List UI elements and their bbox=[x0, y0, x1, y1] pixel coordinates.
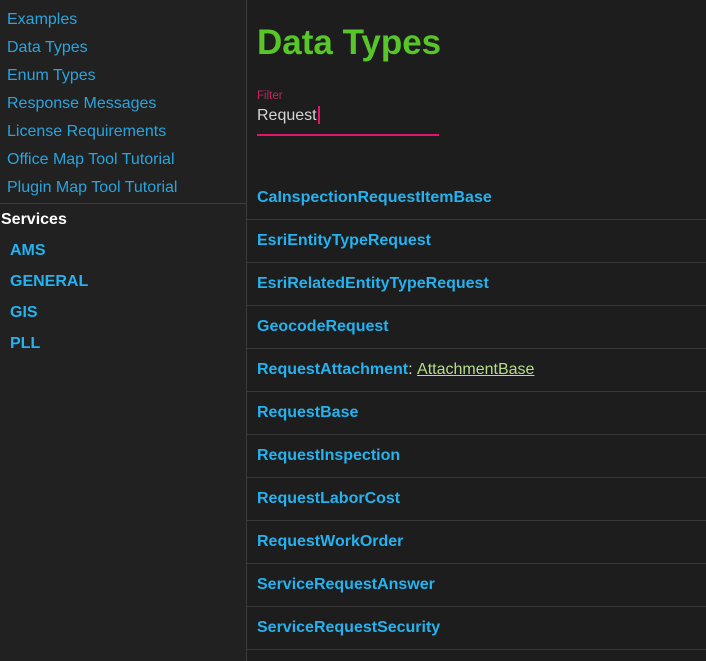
data-type-row: ServiceRequestAnswer bbox=[247, 564, 706, 607]
data-type-link[interactable]: EsriEntityTypeRequest bbox=[257, 232, 431, 250]
content: Data Types Filter Request CaInspectionRe… bbox=[247, 0, 706, 661]
filter-group: Filter Request bbox=[257, 90, 706, 136]
data-type-list: CaInspectionRequestItemBase EsriEntityTy… bbox=[247, 177, 706, 650]
data-type-row: GeocodeRequest bbox=[247, 306, 706, 349]
filter-input-value: Request bbox=[257, 107, 317, 124]
type-separator: : bbox=[408, 361, 417, 379]
data-type-row: RequestBase bbox=[247, 392, 706, 435]
data-type-link[interactable]: RequestBase bbox=[257, 404, 358, 422]
data-type-link[interactable]: EsriRelatedEntityTypeRequest bbox=[257, 275, 489, 293]
data-type-row: RequestWorkOrder bbox=[247, 521, 706, 564]
sidebar-link[interactable]: Response Messages bbox=[7, 90, 246, 118]
sidebar-link[interactable]: Enum Types bbox=[7, 62, 246, 90]
sidebar: Examples Data Types Enum Types Response … bbox=[0, 0, 247, 661]
data-type-row: RequestInspection bbox=[247, 435, 706, 478]
sidebar-service-link[interactable]: AMS bbox=[10, 235, 246, 266]
data-type-link[interactable]: RequestLaborCost bbox=[257, 490, 400, 508]
sidebar-divider bbox=[0, 203, 246, 204]
filter-label: Filter bbox=[257, 90, 706, 103]
sidebar-service-link[interactable]: GENERAL bbox=[10, 266, 246, 297]
sidebar-link[interactable]: License Requirements bbox=[7, 118, 246, 146]
data-type-link[interactable]: CaInspectionRequestItemBase bbox=[257, 189, 492, 207]
data-type-row: RequestAttachment: AttachmentBase bbox=[247, 349, 706, 392]
filter-input[interactable]: Request bbox=[257, 103, 439, 136]
sidebar-link[interactable]: Office Map Tool Tutorial bbox=[7, 146, 246, 174]
data-type-row: CaInspectionRequestItemBase bbox=[247, 177, 706, 220]
data-type-link[interactable]: GeocodeRequest bbox=[257, 318, 389, 336]
data-type-link[interactable]: RequestWorkOrder bbox=[257, 533, 403, 551]
page-title: Data Types bbox=[257, 24, 706, 62]
sidebar-link[interactable]: Plugin Map Tool Tutorial bbox=[7, 174, 246, 202]
data-type-row: EsriEntityTypeRequest bbox=[247, 220, 706, 263]
text-caret bbox=[318, 106, 320, 124]
sidebar-service-link[interactable]: PLL bbox=[10, 328, 246, 359]
services-section-header: Services bbox=[0, 205, 246, 235]
data-type-row: ServiceRequestSecurity bbox=[247, 607, 706, 650]
data-type-link[interactable]: RequestAttachment bbox=[257, 361, 408, 379]
sidebar-nav: Examples Data Types Enum Types Response … bbox=[0, 0, 246, 202]
sidebar-link[interactable]: Data Types bbox=[7, 34, 246, 62]
docs-page: Examples Data Types Enum Types Response … bbox=[0, 0, 706, 661]
sidebar-service-link[interactable]: GIS bbox=[10, 297, 246, 328]
services-nav: AMS GENERAL GIS PLL bbox=[0, 235, 246, 359]
data-type-link[interactable]: ServiceRequestSecurity bbox=[257, 619, 440, 637]
data-type-row: RequestLaborCost bbox=[247, 478, 706, 521]
base-type-link[interactable]: AttachmentBase bbox=[417, 361, 534, 379]
data-type-row: EsriRelatedEntityTypeRequest bbox=[247, 263, 706, 306]
data-type-link[interactable]: RequestInspection bbox=[257, 447, 400, 465]
sidebar-link[interactable]: Examples bbox=[7, 6, 246, 34]
data-type-link[interactable]: ServiceRequestAnswer bbox=[257, 576, 435, 594]
